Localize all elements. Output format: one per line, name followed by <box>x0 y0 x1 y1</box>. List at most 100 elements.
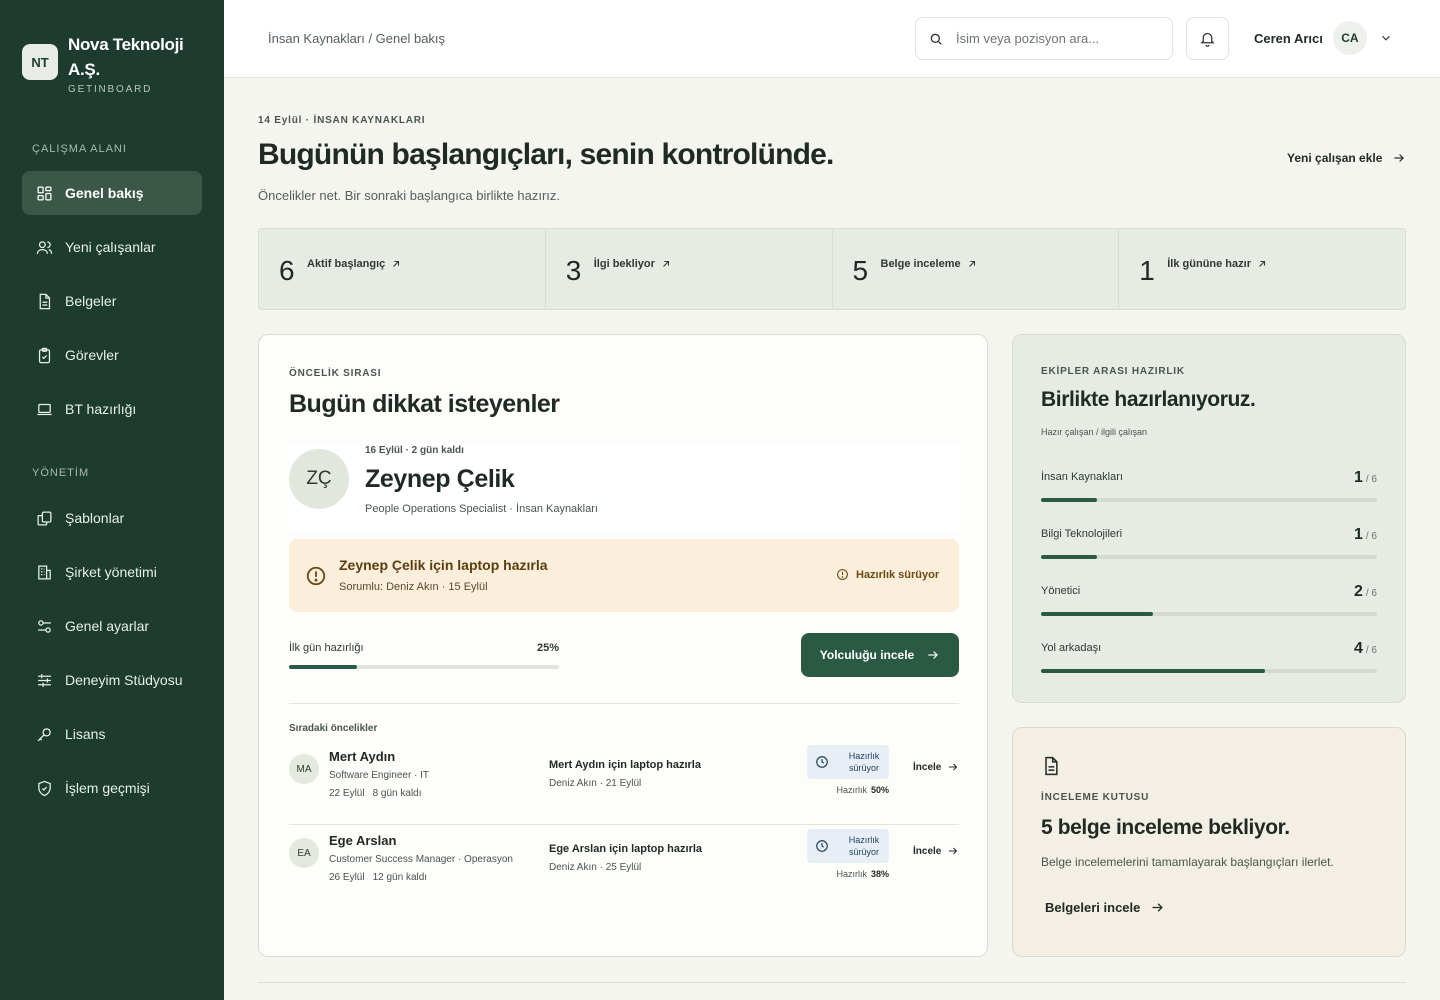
list-item: MA Mert Aydın Software Engineer · IT 22 … <box>289 741 959 825</box>
sidebar-item-experience-studio[interactable]: Deneyim Stüdyosu <box>22 658 202 702</box>
avatar: EA <box>289 838 319 868</box>
employee-name: Ege Arslan <box>329 833 397 848</box>
search-box[interactable] <box>915 17 1173 60</box>
team-progress-bar <box>1041 555 1377 559</box>
team-readiness-card: EKİPLER ARASI HAZIRLIK Birlikte hazırlan… <box>1012 334 1406 703</box>
sidebar-item-new-employees[interactable]: Yeni çalışanlar <box>22 225 202 269</box>
team-name: Bilgi Teknolojileri <box>1041 528 1123 540</box>
sidebar-item-tasks[interactable]: Görevler <box>22 333 202 377</box>
sidebar-item-label: Şablonlar <box>65 510 125 526</box>
stat-active-starts[interactable]: 6 Aktif başlangıç <box>259 229 546 309</box>
team-count: 1/ 6 <box>1353 526 1377 543</box>
sidebar-item-label: Görevler <box>65 347 119 363</box>
sidebar-item-label: Genel ayarlar <box>65 618 150 634</box>
row-progress: Hazırlık 38% <box>836 869 889 879</box>
bell-icon <box>1200 32 1215 47</box>
avatar: CA <box>1332 21 1367 55</box>
laptop-icon <box>37 403 52 415</box>
chevron-down-icon <box>1381 35 1390 41</box>
review-documents-button[interactable]: Belgeleri incele <box>1045 900 1165 915</box>
clock-icon <box>816 840 828 852</box>
stat-label: İlk gününe hazır <box>1167 258 1267 270</box>
progress-fill <box>1041 612 1153 616</box>
adjustments-icon <box>38 673 51 687</box>
sidebar-item-overview[interactable]: Genel bakış <box>22 171 202 215</box>
breadcrumb: İnsan Kaynakları / Genel bakış <box>268 31 446 46</box>
priority-card: ÖNCELİK SIRASI Bugün dikkat isteyenler Z… <box>258 334 988 957</box>
sidebar-item-company-management[interactable]: Şirket yönetimi <box>22 550 202 594</box>
sidebar-item-general-settings[interactable]: Genel ayarlar <box>22 604 202 648</box>
settings-sliders-icon <box>38 619 51 633</box>
arrow-right-icon <box>949 763 958 771</box>
stat-document-review[interactable]: 5 Belge inceleme <box>833 229 1120 309</box>
team-progress-bar <box>1041 669 1377 673</box>
priority-alert[interactable]: Zeynep Çelik için laptop hazırla Sorumlu… <box>289 539 959 612</box>
hero-start-date: 16 Eylül · 2 gün kaldı <box>365 445 464 456</box>
sidebar-item-it-readiness[interactable]: BT hazırlığı <box>22 387 202 431</box>
row-progress: Hazırlık 50% <box>836 785 889 795</box>
arrow-up-right-icon <box>393 260 400 267</box>
readiness-subtitle: Hazır çalışan / ilgili çalışan <box>1041 427 1148 437</box>
section-management-heading: YÖNETİM <box>32 467 90 479</box>
arrow-right-icon <box>1394 154 1405 162</box>
clock-icon <box>816 756 828 768</box>
arrow-right-icon <box>949 847 958 855</box>
team-row-buddy: Yol arkadaşı 4/ 6 <box>1041 640 1377 680</box>
readiness-eyebrow: EKİPLER ARASI HAZIRLIK <box>1041 366 1185 377</box>
priority-eyebrow: ÖNCELİK SIRASI <box>289 368 382 379</box>
team-count: 1/ 6 <box>1353 469 1377 486</box>
employee-role: Software Engineer · IT <box>329 770 430 781</box>
add-employee-button[interactable]: Yeni çalışan ekle <box>1287 151 1406 165</box>
first-day-progress-bar <box>289 665 559 669</box>
employee-dates: 22 Eylül 8 gün kaldı <box>329 788 422 799</box>
review-journey-button[interactable]: Yolculuğu incele <box>801 633 959 677</box>
alert-circle-icon <box>837 569 848 580</box>
user-name: Ceren Arıcı <box>1254 30 1323 46</box>
dashboard-icon <box>37 185 52 201</box>
shield-check-icon <box>38 780 51 796</box>
stat-ready-first-day[interactable]: 1 İlk gününe hazır <box>1119 229 1405 309</box>
review-inbox-card: İNCELEME KUTUSU 5 belge inceleme bekliyo… <box>1012 727 1406 957</box>
list-item: EA Ege Arslan Customer Success Manager ·… <box>289 825 959 909</box>
employee-dates: 26 Eylül 12 gün kaldı <box>329 872 428 883</box>
sidebar-item-license[interactable]: Lisans <box>22 712 202 756</box>
sidebar-item-documents[interactable]: Belgeler <box>22 279 202 323</box>
first-day-progress-label: İlk gün hazırlığı <box>289 642 364 654</box>
divider <box>289 703 959 704</box>
sidebar-item-templates[interactable]: Şablonlar <box>22 496 202 540</box>
avatar: MA <box>289 754 319 784</box>
readiness-title: Birlikte hazırlanıyoruz. <box>1041 388 1256 411</box>
sidebar-item-activity-log[interactable]: İşlem geçmişi <box>22 766 202 810</box>
arrow-right-icon <box>928 651 939 659</box>
inbox-eyebrow: İNCELEME KUTUSU <box>1041 792 1150 803</box>
review-link[interactable]: İncele <box>913 761 959 773</box>
users-icon <box>36 240 53 254</box>
arrow-right-icon <box>1152 903 1164 912</box>
product-name: GETINBOARD <box>68 84 153 95</box>
team-progress-bar <box>1041 498 1377 502</box>
team-row-it: Bilgi Teknolojileri 1/ 6 <box>1041 526 1377 566</box>
building-icon <box>38 564 51 580</box>
review-link[interactable]: İncele <box>913 845 959 857</box>
stat-awaiting-attention[interactable]: 3 İlgi bekliyor <box>546 229 833 309</box>
notifications-button[interactable] <box>1186 17 1229 60</box>
sidebar-item-label: Yeni çalışanlar <box>65 239 156 255</box>
first-day-progress-value: 25% <box>537 642 560 654</box>
brand[interactable]: NT Nova Teknoloji A.Ş. GETINBOARD <box>22 32 198 95</box>
employee-role: Customer Success Manager · Operasyon <box>329 854 513 865</box>
user-menu[interactable]: Ceren Arıcı CA <box>1254 21 1393 55</box>
alert-circle-icon <box>306 566 326 586</box>
progress-fill <box>289 665 357 669</box>
task-title: Ege Arslan için laptop hazırla <box>549 843 703 855</box>
stat-value: 1 <box>1139 255 1155 286</box>
team-name: Yönetici <box>1041 585 1081 597</box>
page-eyebrow: 14 Eylül · İNSAN KAYNAKLARI <box>258 115 426 126</box>
inbox-title: 5 belge inceleme bekliyor. <box>1041 816 1290 839</box>
progress-fill <box>1041 498 1097 502</box>
team-count: 4/ 6 <box>1353 640 1377 657</box>
team-progress-bar <box>1041 612 1377 616</box>
page-subtitle: Öncelikler net. Bir sonraki başlangıca b… <box>258 188 561 203</box>
stat-value: 5 <box>852 255 869 286</box>
search-input[interactable] <box>956 31 1146 46</box>
document-icon <box>39 293 51 309</box>
